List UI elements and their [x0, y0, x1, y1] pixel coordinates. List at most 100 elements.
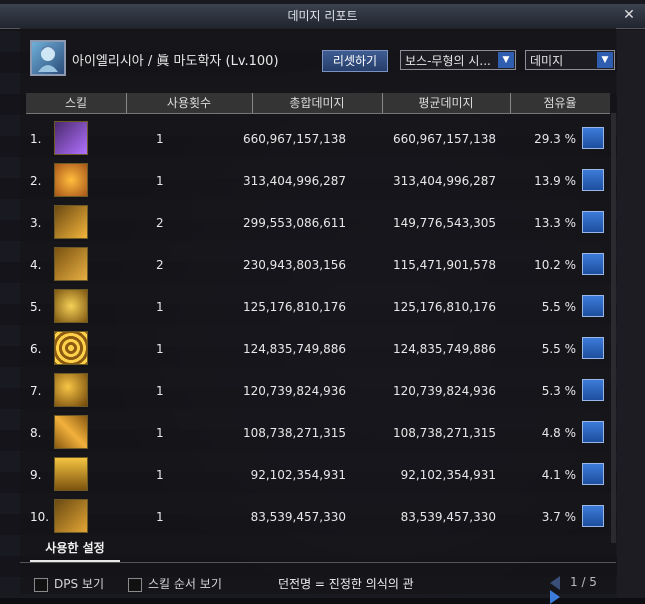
- prev-page-icon[interactable]: [550, 575, 560, 590]
- detail-share-icon[interactable]: [582, 169, 604, 191]
- table-row: 10. 1 83,539,457,330 83,539,457,330 3.7 …: [26, 496, 610, 537]
- skill-order-label: 스킬 순서 보기: [148, 577, 222, 591]
- row-share: 13.3 %: [534, 216, 576, 230]
- pagination: 1 / 5: [540, 575, 620, 604]
- skill-icon-6: [54, 331, 88, 365]
- row-avg-damage: 92,102,354,931: [400, 468, 496, 482]
- character-name: 아이엘리시아 / 眞 마도학자 (Lv.100): [72, 54, 279, 69]
- detail-share-icon[interactable]: [582, 505, 604, 527]
- header-skill: 스킬: [26, 93, 127, 113]
- row-share: 5.5 %: [541, 300, 576, 314]
- header-total-damage: 총합데미지: [252, 93, 383, 113]
- row-total-damage: 124,835,749,886: [242, 342, 346, 356]
- row-uses: 1: [156, 300, 164, 314]
- row-rank: 10.: [30, 510, 50, 524]
- row-uses: 2: [156, 216, 164, 230]
- row-avg-damage: 125,176,810,176: [392, 300, 496, 314]
- row-share: 29.3 %: [534, 132, 576, 146]
- row-avg-damage: 115,471,901,578: [392, 258, 496, 272]
- table-header: 스킬 사용횟수 총합데미지 평균데미지 점유율: [26, 93, 610, 114]
- table-row: 1. 1 660,967,157,138 660,967,157,138 29.…: [26, 118, 610, 159]
- table-row: 2. 1 313,404,996,287 313,404,996,287 13.…: [26, 160, 610, 201]
- detail-share-icon[interactable]: [582, 211, 604, 233]
- row-total-damage: 230,943,803,156: [242, 258, 346, 272]
- skill-icon-9: [54, 457, 88, 491]
- close-icon[interactable]: ✕: [621, 7, 637, 23]
- row-rank: 7.: [30, 384, 42, 398]
- row-share: 5.5 %: [541, 342, 576, 356]
- chevron-down-icon: ▼: [498, 52, 514, 68]
- row-total-damage: 120,739,824,936: [242, 384, 346, 398]
- skill-icon-2: [54, 163, 88, 197]
- skill-icon-10: [54, 499, 88, 533]
- row-share: 3.7 %: [541, 510, 576, 524]
- row-share: 13.9 %: [534, 174, 576, 188]
- table-row: 5. 1 125,176,810,176 125,176,810,176 5.5…: [26, 286, 610, 327]
- reset-button[interactable]: 리셋하기: [322, 50, 388, 72]
- chevron-down-icon: ▼: [597, 52, 613, 68]
- metric-select[interactable]: 데미지 ▼: [525, 50, 615, 70]
- detail-share-icon[interactable]: [582, 127, 604, 149]
- row-total-damage: 313,404,996,287: [242, 174, 346, 188]
- detail-share-icon[interactable]: [582, 421, 604, 443]
- header-avg-damage: 평균데미지: [382, 93, 511, 113]
- skill-icon-3: [54, 205, 88, 239]
- detail-share-icon[interactable]: [582, 463, 604, 485]
- table-row: 3. 2 299,553,086,611 149,776,543,305 13.…: [26, 202, 610, 243]
- scrollbar[interactable]: [611, 113, 616, 543]
- row-avg-damage: 660,967,157,138: [392, 132, 496, 146]
- row-total-damage: 125,176,810,176: [242, 300, 346, 314]
- row-share: 4.1 %: [541, 468, 576, 482]
- page-indicator: 1 / 5: [570, 575, 597, 589]
- row-avg-damage: 83,539,457,330: [400, 510, 496, 524]
- detail-share-icon[interactable]: [582, 379, 604, 401]
- detail-share-icon[interactable]: [582, 253, 604, 275]
- row-total-damage: 660,967,157,138: [242, 132, 346, 146]
- background-right-strip: [617, 30, 645, 598]
- dps-label: DPS 보기: [54, 577, 104, 591]
- row-share: 4.8 %: [541, 426, 576, 440]
- damage-report-window: 데미지 리포트 ✕ 아이엘리시아 / 眞 마도학자 (Lv.100) 리셋하기 …: [0, 4, 645, 604]
- divider: [20, 562, 616, 563]
- skill-order-toggle[interactable]: 스킬 순서 보기: [128, 575, 222, 592]
- row-total-damage: 83,539,457,330: [250, 510, 346, 524]
- row-rank: 2.: [30, 174, 42, 188]
- row-rank: 9.: [30, 468, 42, 482]
- row-rank: 3.: [30, 216, 42, 230]
- row-avg-damage: 120,739,824,936: [392, 384, 496, 398]
- header-share: 점유율: [543, 96, 577, 110]
- next-page-icon[interactable]: [550, 590, 560, 604]
- row-uses: 1: [156, 132, 164, 146]
- skill-icon-4: [54, 247, 88, 281]
- row-rank: 5.: [30, 300, 42, 314]
- row-rank: 6.: [30, 342, 42, 356]
- detail-share-icon[interactable]: [582, 295, 604, 317]
- row-rank: 1.: [30, 132, 42, 146]
- row-uses: 1: [156, 342, 164, 356]
- table-row: 9. 1 92,102,354,931 92,102,354,931 4.1 %: [26, 454, 610, 495]
- table-row: 8. 1 108,738,271,315 108,738,271,315 4.8…: [26, 412, 610, 453]
- character-avatar: [30, 40, 66, 76]
- metric-select-value: 데미지: [530, 54, 564, 68]
- row-rank: 4.: [30, 258, 42, 272]
- checkbox-icon[interactable]: [34, 577, 48, 592]
- table-row: 6. 1 124,835,749,886 124,835,749,886 5.5…: [26, 328, 610, 369]
- row-total-damage: 108,738,271,315: [242, 426, 346, 440]
- target-select[interactable]: 보스-무형의 시... ▼: [400, 50, 516, 70]
- row-uses: 1: [156, 510, 164, 524]
- window-title: 데미지 리포트: [287, 9, 358, 23]
- row-uses: 1: [156, 174, 164, 188]
- dps-toggle[interactable]: DPS 보기: [34, 575, 104, 592]
- skill-icon-7: [54, 373, 88, 407]
- row-uses: 2: [156, 258, 164, 272]
- header-uses: 사용횟수: [126, 93, 253, 113]
- row-avg-damage: 149,776,543,305: [392, 216, 496, 230]
- row-total-damage: 299,553,086,611: [242, 216, 346, 230]
- report-panel: 아이엘리시아 / 眞 마도학자 (Lv.100) 리셋하기 보스-무형의 시..…: [20, 28, 616, 594]
- detail-share-icon[interactable]: [582, 337, 604, 359]
- skill-icon-5: [54, 289, 88, 323]
- tab-used-settings[interactable]: 사용한 설정: [30, 536, 120, 562]
- skill-icon-8: [54, 415, 88, 449]
- checkbox-icon[interactable]: [128, 577, 142, 592]
- row-share: 10.2 %: [534, 258, 576, 272]
